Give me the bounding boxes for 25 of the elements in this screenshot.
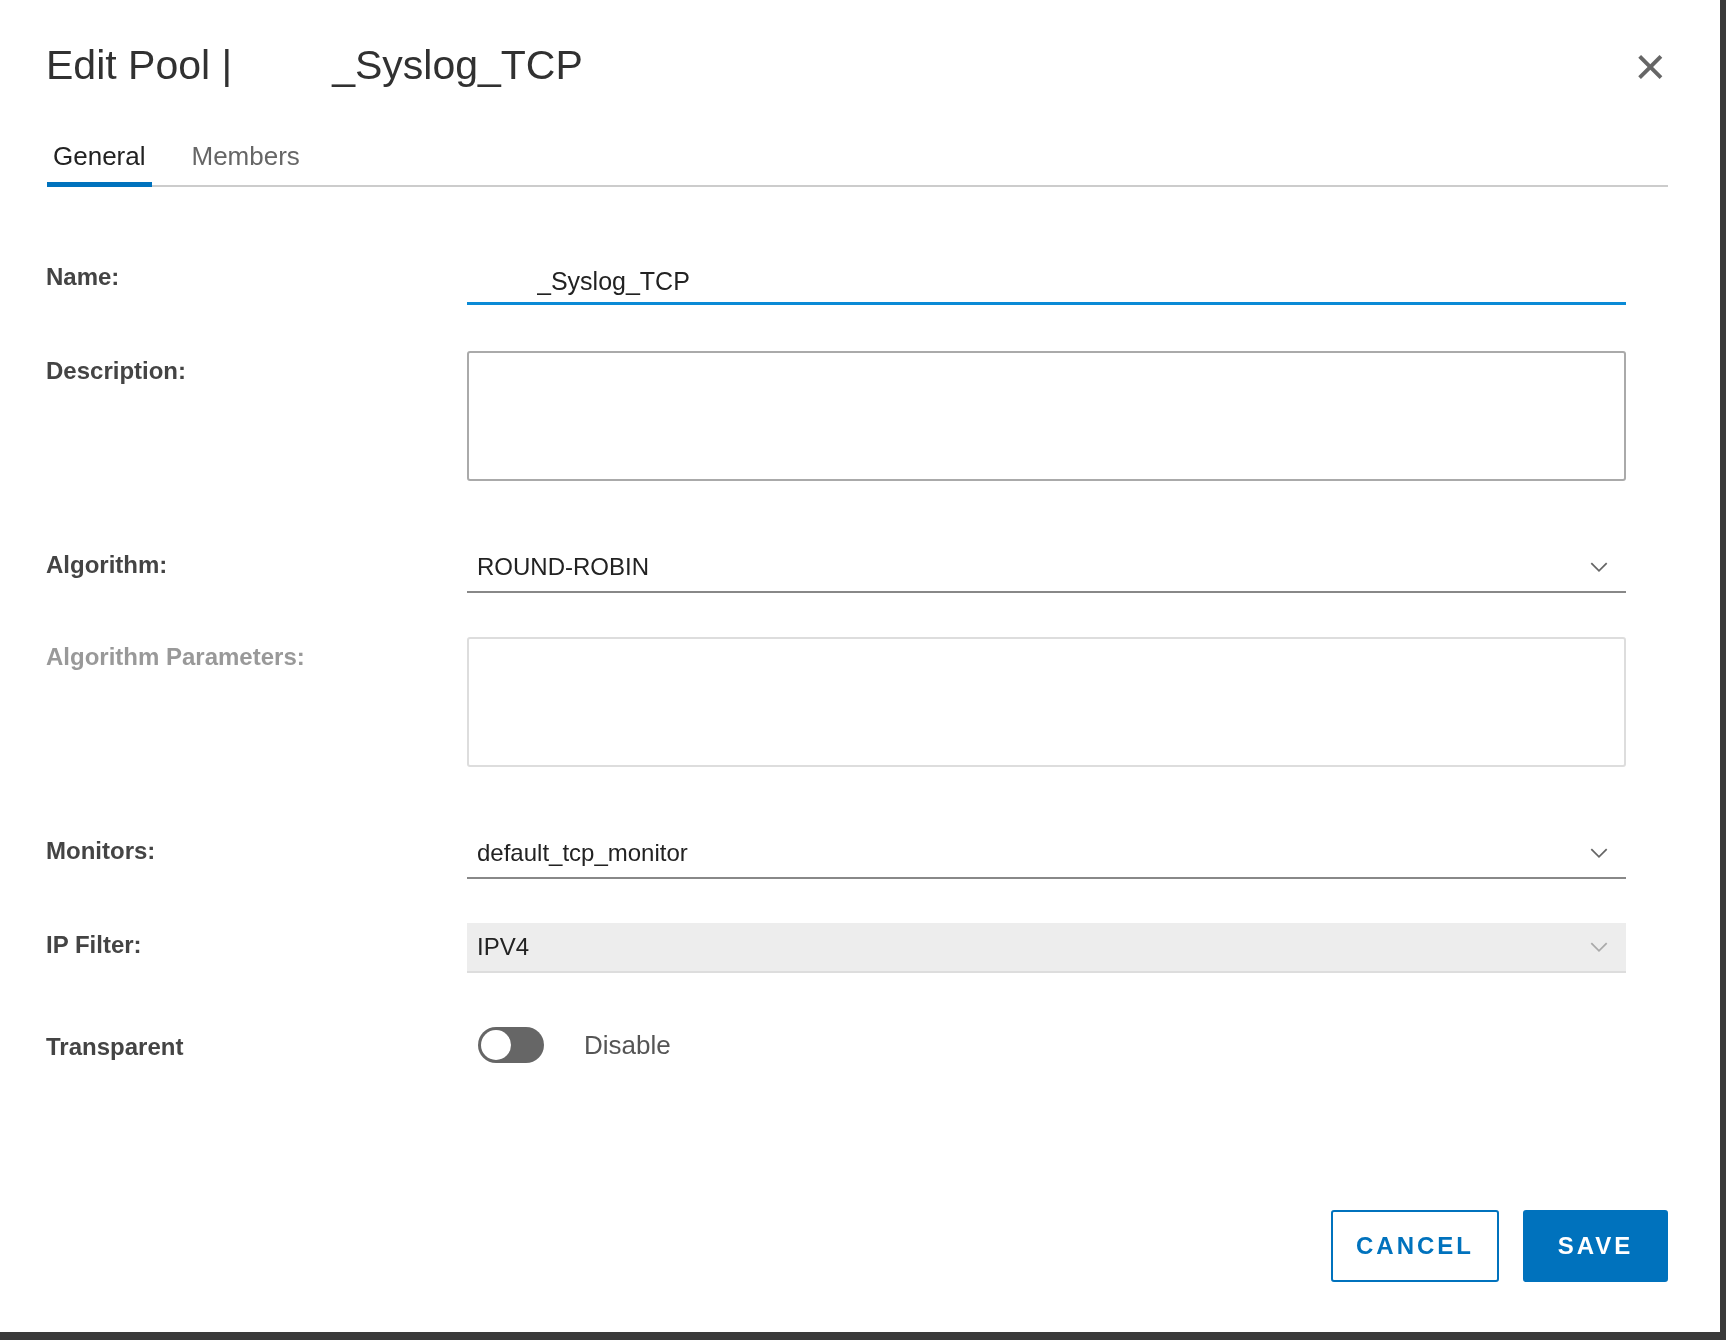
- chevron-down-icon: [1590, 847, 1608, 859]
- field-label: Description:: [46, 356, 187, 385]
- dropdown-value: default_tcp_monitor: [477, 839, 688, 867]
- toggle-switch[interactable]: [478, 1027, 544, 1063]
- dialog-title: Edit Pool |: [46, 42, 233, 89]
- field-label: Algorithm Parameters:: [46, 642, 306, 671]
- field-label: IP Filter:: [46, 930, 143, 959]
- save-button[interactable]: SAVE: [1523, 1210, 1668, 1282]
- chevron-down-icon: [1590, 941, 1608, 953]
- field-label: Algorithm:: [46, 550, 169, 579]
- close-button[interactable]: ×: [1634, 46, 1666, 86]
- text-area-field[interactable]: [467, 351, 1626, 481]
- dropdown-value: IPV4: [477, 933, 530, 961]
- field-label: Transparent: [46, 1032, 185, 1061]
- dropdown-field[interactable]: ROUND-ROBIN: [467, 543, 1626, 593]
- tab[interactable]: Members: [185, 135, 306, 187]
- field-label: Name:: [46, 262, 121, 291]
- dropdown-field[interactable]: default_tcp_monitor: [467, 829, 1626, 879]
- chevron-down-icon: [1590, 561, 1608, 573]
- tab[interactable]: General: [47, 135, 152, 187]
- dropdown-value: ROUND-ROBIN: [477, 553, 649, 581]
- cancel-button[interactable]: CANCEL: [1331, 1210, 1499, 1282]
- dialog-title-name: _Syslog_TCP: [332, 42, 583, 89]
- field-label: Monitors:: [46, 836, 157, 865]
- toggle-state-text: Disable: [584, 1029, 671, 1061]
